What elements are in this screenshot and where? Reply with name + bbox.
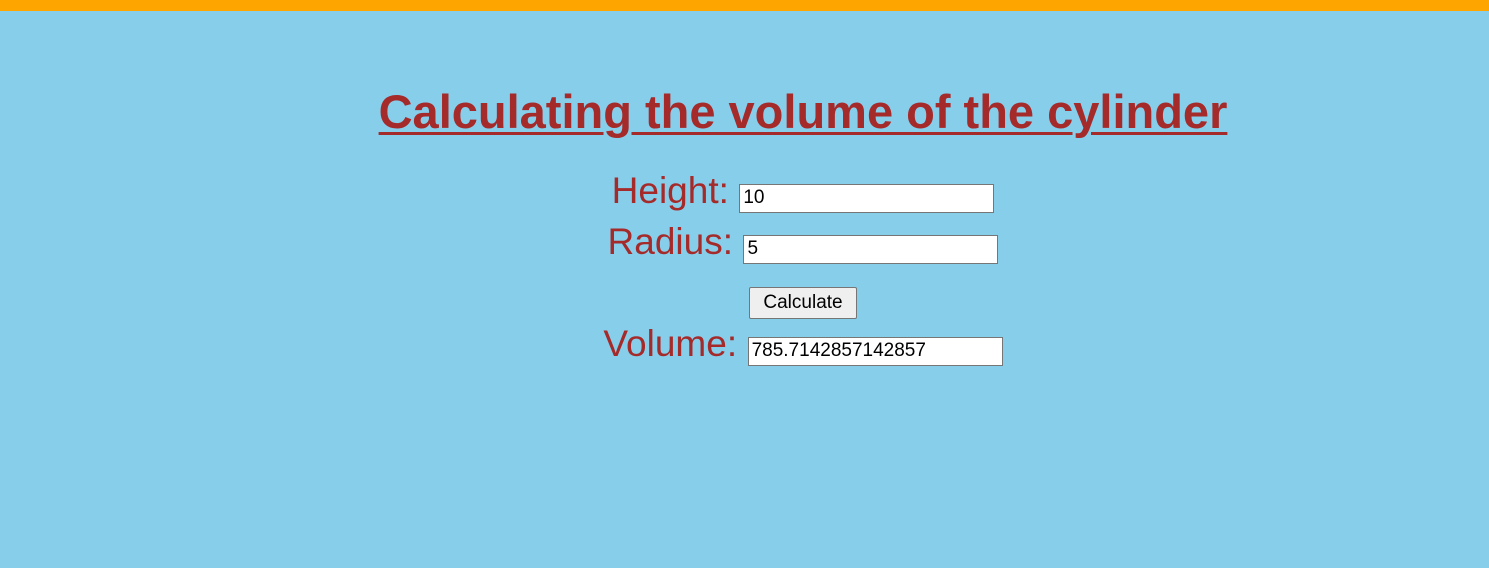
page: Calculating the volume of the cylinder H… — [0, 0, 1489, 568]
page-title: Calculating the volume of the cylinder — [378, 85, 1228, 138]
calculate-button[interactable]: Calculate — [749, 287, 857, 319]
top-accent-bar — [0, 0, 1489, 11]
radius-input[interactable] — [743, 234, 999, 264]
height-label: Height: — [611, 170, 729, 211]
radius-label: Radius: — [607, 221, 733, 262]
volume-label: Volume: — [603, 323, 738, 364]
height-row: Height: — [0, 170, 1489, 213]
volume-output[interactable] — [747, 336, 1003, 366]
height-input[interactable] — [739, 183, 995, 213]
volume-row: Volume: — [0, 323, 1489, 366]
radius-row: Radius: — [0, 221, 1489, 264]
